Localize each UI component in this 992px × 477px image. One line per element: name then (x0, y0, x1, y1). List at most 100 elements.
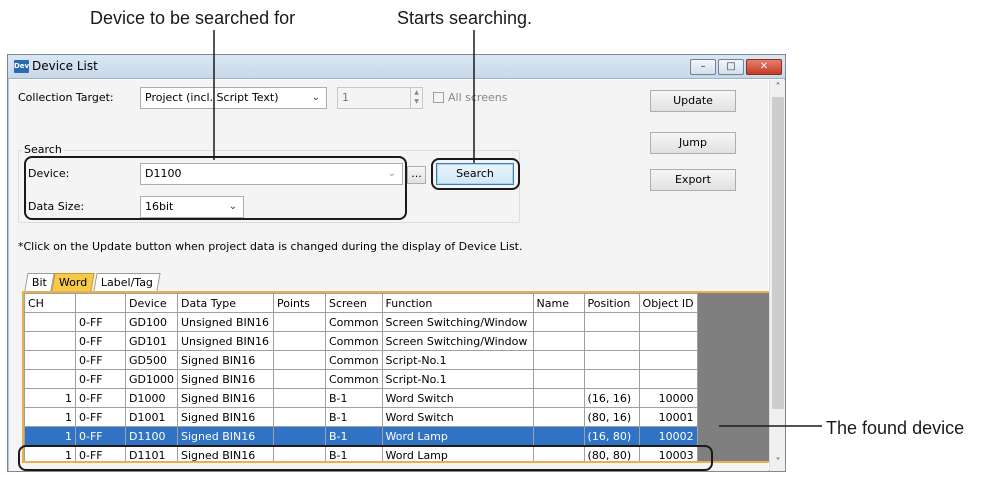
search-group-title: Search (22, 143, 64, 156)
table-row[interactable]: 0-FF GD500 Signed BIN16 Common Script-No.1 (24, 350, 698, 370)
cell-position (583, 312, 640, 332)
update-button[interactable]: Update (650, 90, 736, 112)
scroll-up-icon[interactable]: ˄ (770, 80, 786, 96)
cell-type: Signed BIN16 (177, 350, 274, 370)
scroll-thumb[interactable] (772, 97, 784, 409)
jump-button[interactable]: Jump (650, 132, 736, 154)
cell-device: GD1000 (125, 369, 178, 389)
cell-device: GD101 (125, 331, 178, 351)
cell-name (532, 407, 585, 427)
cell-type: Signed BIN16 (177, 426, 274, 446)
window-client-area: Collection Target: Project (incl. Script… (9, 80, 777, 471)
cell-device: D1100 (125, 426, 178, 446)
title-bar[interactable]: Dev Device List – □ ✕ (8, 55, 785, 79)
all-screens-checkbox[interactable] (433, 92, 444, 103)
update-note: *Click on the Update button when project… (18, 240, 523, 253)
column-header-position[interactable]: Position (583, 293, 640, 313)
device-table: CH Device Data Type Points Screen Functi… (24, 293, 698, 461)
device-table-container: CH Device Data Type Points Screen Functi… (22, 291, 777, 463)
cell-points (273, 407, 326, 427)
close-button[interactable]: ✕ (746, 59, 782, 75)
column-header-ch[interactable]: CH (24, 293, 76, 313)
cell-position (583, 369, 640, 389)
cell-range: 0-FF (75, 350, 126, 370)
table-row[interactable]: 1 0-FF D1001 Signed BIN16 B-1 Word Switch (80,… (24, 407, 698, 427)
collection-target-value: Project (incl. Script Text) (145, 91, 279, 104)
cell-position (583, 331, 640, 351)
device-list-window: Dev Device List – □ ✕ Collection Target:… (7, 54, 786, 472)
cell-type: Unsigned BIN16 (177, 331, 274, 351)
cell-points (273, 331, 326, 351)
callout-search-label: Starts searching. (397, 8, 533, 28)
collection-target-select[interactable]: Project (incl. Script Text) ⌄ (140, 87, 327, 109)
callout-found-label: The found device (826, 418, 965, 438)
cell-function: Screen Switching/Window (381, 312, 534, 332)
cell-screen: B-1 (325, 426, 383, 446)
cell-object-id (638, 369, 698, 389)
cell-points (273, 426, 326, 446)
cell-name (532, 426, 585, 446)
cell-ch (24, 312, 76, 332)
collection-target-label: Collection Target: (18, 91, 114, 104)
cell-ch (24, 369, 76, 389)
cell-points (273, 312, 326, 332)
table-header-row: CH Device Data Type Points Screen Functi… (24, 293, 698, 313)
minimize-button[interactable]: – (690, 59, 716, 75)
cell-type: Signed BIN16 (177, 388, 274, 408)
browse-button[interactable]: ... (407, 166, 426, 184)
cell-screen: Common (325, 331, 383, 351)
device-table-body: 0-FF GD100 Unsigned BIN16 Common Screen Swit… (24, 312, 698, 461)
cell-position: (16, 80) (583, 426, 640, 446)
cell-position: (16, 16) (583, 388, 640, 408)
column-header-points[interactable]: Points (273, 293, 326, 313)
column-header-data-type[interactable]: Data Type (177, 293, 274, 313)
callout-device-label: Device to be searched for (90, 8, 296, 28)
table-row-selected[interactable]: 1 0-FF D1100 Signed BIN16 B-1 Word Lamp (16, 8… (24, 426, 698, 446)
cell-range: 0-FF (75, 369, 126, 389)
column-header-screen[interactable]: Screen (325, 293, 383, 313)
tab-bit[interactable]: Bit (24, 273, 55, 291)
cell-position: (80, 16) (583, 407, 640, 427)
cell-name (532, 350, 585, 370)
cell-screen: B-1 (325, 388, 383, 408)
column-header-device[interactable]: Device (125, 293, 178, 313)
cell-object-id (638, 312, 698, 332)
vertical-scrollbar[interactable]: ˄ ˅ (769, 80, 785, 471)
tab-strip: Bit Word Label/Tag (24, 273, 226, 291)
column-header-name[interactable]: Name (532, 293, 585, 313)
table-row[interactable]: 0-FF GD101 Unsigned BIN16 Common Screen Swit… (24, 331, 698, 351)
export-button[interactable]: Export (650, 169, 736, 191)
cell-range: 0-FF (75, 388, 126, 408)
column-header-function[interactable]: Function (381, 293, 534, 313)
cell-screen: Common (325, 369, 383, 389)
device-search-highlight (24, 156, 407, 220)
cell-ch (24, 331, 76, 351)
maximize-button[interactable]: □ (718, 59, 744, 75)
spinner-arrows-icon[interactable]: ▲ ▼ (410, 88, 422, 108)
screen-number-value: 1 (342, 91, 349, 104)
column-header-range[interactable] (75, 293, 126, 313)
cell-range: 0-FF (75, 331, 126, 351)
found-row-highlight (18, 445, 713, 471)
cell-points (273, 369, 326, 389)
cell-name (532, 369, 585, 389)
cell-name (532, 331, 585, 351)
cell-position (583, 350, 640, 370)
cell-screen: Common (325, 350, 383, 370)
table-row[interactable]: 0-FF GD100 Unsigned BIN16 Common Screen Swit… (24, 312, 698, 332)
scroll-down-icon[interactable]: ˅ (770, 455, 786, 471)
column-header-object-id[interactable]: Object ID (638, 293, 698, 313)
cell-device: D1001 (125, 407, 178, 427)
cell-function: Word Switch (381, 407, 534, 427)
tab-label-tag[interactable]: Label/Tag (93, 273, 161, 291)
device-list-icon: Dev (14, 60, 29, 73)
table-row[interactable]: 1 0-FF D1000 Signed BIN16 B-1 Word Switch (16,… (24, 388, 698, 408)
cell-object-id (638, 331, 698, 351)
cell-screen: Common (325, 312, 383, 332)
table-row[interactable]: 0-FF GD1000 Signed BIN16 Common Script-No.1 (24, 369, 698, 389)
screen-number-spinner[interactable]: 1 ▲ ▼ (337, 87, 423, 109)
cell-device: GD500 (125, 350, 178, 370)
cell-function: Script-No.1 (381, 369, 534, 389)
tab-word[interactable]: Word (51, 273, 95, 291)
cell-ch: 1 (24, 388, 76, 408)
